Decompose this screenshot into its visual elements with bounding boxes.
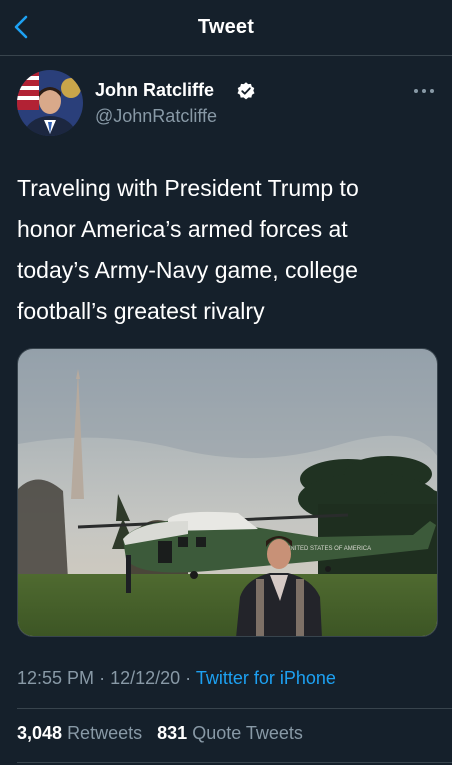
tweet-text: Traveling with President Trump to honor …	[17, 168, 437, 332]
avatar[interactable]	[17, 70, 83, 136]
meta-separator: ·	[185, 668, 192, 688]
tweet-line: football’s greatest rivalry	[17, 298, 265, 324]
photo-scene: UNITED STATES OF AMERICA	[18, 349, 437, 636]
page-title: Tweet	[197, 16, 255, 38]
tweet-line: honor America’s armed forces at	[17, 216, 348, 242]
retweets-stat[interactable]: 3,048 Retweets	[17, 723, 147, 743]
tweet-line: today’s Army-Navy game, college	[17, 257, 358, 283]
quotes-label: Quote Tweets	[192, 723, 303, 743]
tweet-date: 12/12/20	[110, 668, 181, 688]
quotes-count: 831	[157, 723, 188, 743]
meta-separator: ·	[99, 668, 106, 688]
helicopter-lettering: UNITED STATES OF AMERICA	[286, 546, 371, 552]
quote-tweets-stat[interactable]: 831 Quote Tweets	[157, 723, 303, 743]
retweets-count: 3,048	[17, 723, 63, 743]
author-name[interactable]: John Ratcliffe	[95, 80, 214, 101]
divider	[17, 762, 452, 763]
retweets-label: Retweets	[67, 723, 143, 743]
tweet-meta: 12:55 PM · 12/12/20 · Twitter for iPhone	[17, 668, 336, 689]
lawn	[18, 574, 437, 636]
divider	[17, 708, 452, 709]
verified-badge-icon	[237, 82, 255, 100]
tweet-stats: 3,048 Retweets 831 Quote Tweets	[17, 723, 303, 744]
more-options-icon[interactable]	[412, 84, 436, 98]
tweet-line: Traveling with President Trump to	[17, 175, 359, 201]
top-bar: Tweet	[0, 0, 452, 56]
tweet-photo[interactable]: UNITED STATES OF AMERICA	[17, 348, 438, 637]
author-handle[interactable]: @JohnRatcliffe	[95, 106, 217, 127]
tweet-time: 12:55 PM	[17, 668, 95, 688]
tweet-source-link[interactable]: Twitter for iPhone	[196, 668, 336, 688]
